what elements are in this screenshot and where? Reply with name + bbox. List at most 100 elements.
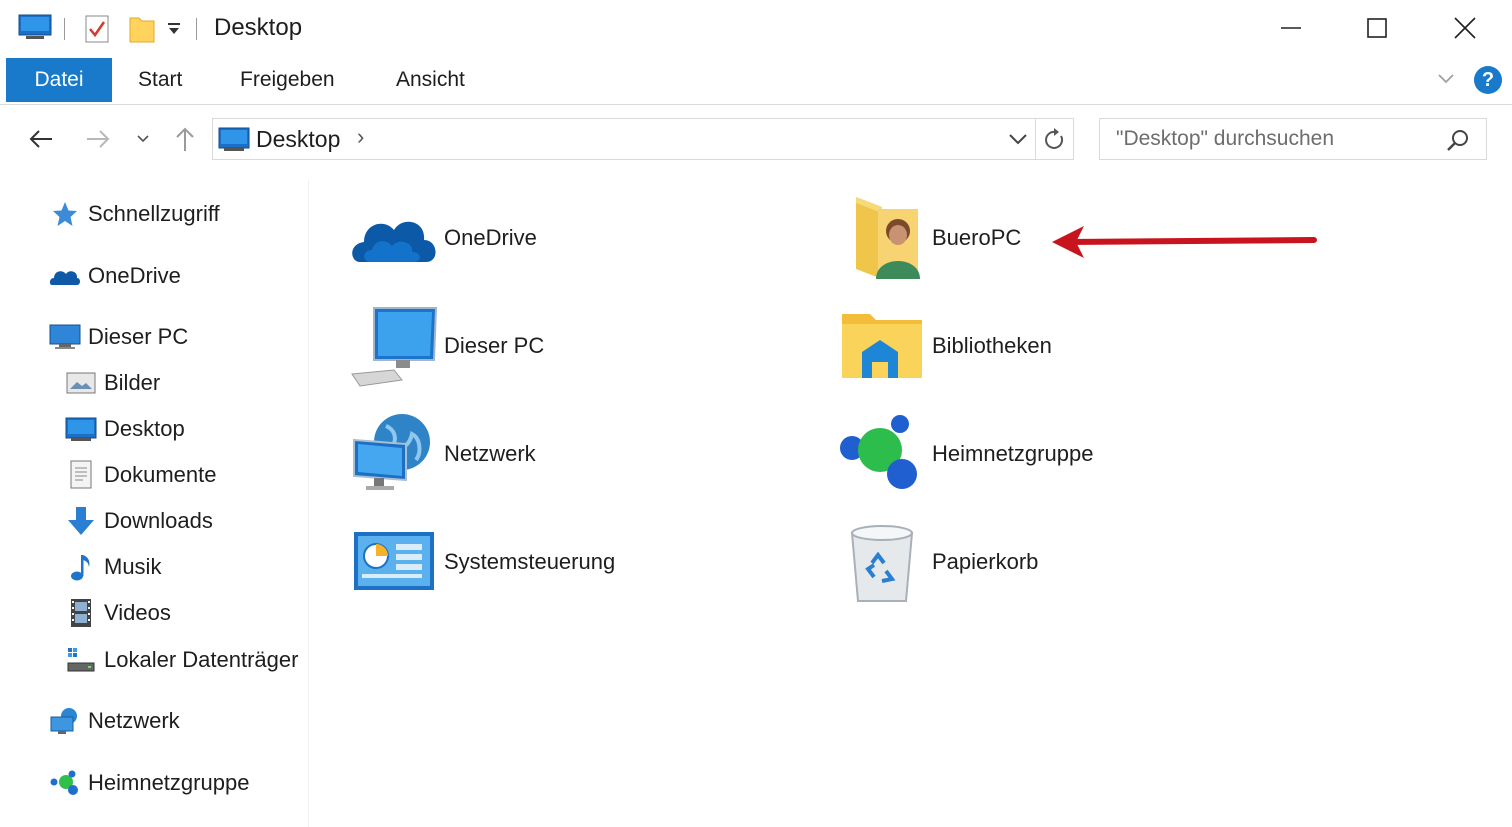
desktop-window-icon[interactable] [18, 14, 52, 40]
item-label: Bibliotheken [932, 333, 1052, 358]
star-icon [48, 197, 82, 231]
desktop-icon [218, 126, 250, 157]
homegroup-icon [48, 766, 82, 800]
search-placeholder: "Desktop" durchsuchen [1116, 127, 1335, 150]
recent-locations-button[interactable] [132, 120, 154, 158]
music-note-icon [64, 550, 98, 584]
sidebar-item-label: Bilder [104, 370, 161, 395]
item-label: Systemsteuerung [444, 549, 616, 574]
item-netzwerk[interactable]: Netzwerk [348, 406, 536, 502]
search-box[interactable]: "Desktop" durchsuchen [1099, 118, 1487, 160]
expand-ribbon-icon[interactable] [1436, 72, 1456, 91]
user-folder-icon [836, 192, 928, 284]
ribbon-tabs: Datei Start Freigeben Ansicht ? [0, 58, 1512, 105]
maximize-icon [1367, 18, 1387, 38]
sidebar-item-label: Schnellzugriff [88, 201, 220, 226]
item-onedrive[interactable]: OneDrive [348, 190, 537, 286]
pictures-icon [64, 366, 98, 400]
close-icon [1454, 17, 1476, 39]
tab-ansicht[interactable]: Ansicht [392, 58, 469, 102]
item-label: Heimnetzgruppe [932, 441, 1094, 466]
minimize-button[interactable] [1268, 8, 1314, 48]
up-arrow-icon [176, 127, 194, 151]
sidebar-item-desktop[interactable]: Desktop [64, 409, 185, 449]
help-icon[interactable]: ? [1474, 66, 1502, 94]
drive-icon [64, 643, 98, 677]
tab-datei[interactable]: Datei [6, 58, 112, 102]
sidebar-item-label: Dieser PC [88, 324, 189, 349]
separator [196, 18, 197, 40]
close-button[interactable] [1442, 8, 1488, 48]
computer-icon [348, 300, 440, 392]
item-label: BueroPC [932, 225, 1022, 250]
desktop-icon [64, 412, 98, 446]
sidebar-item-netzwerk[interactable]: Netzwerk [48, 701, 180, 741]
sidebar-item-label: Lokaler Datenträger [104, 647, 299, 672]
maximize-button[interactable] [1354, 8, 1400, 48]
item-bibliotheken[interactable]: Bibliotheken [836, 298, 1052, 394]
back-button[interactable] [24, 120, 58, 158]
refresh-icon[interactable] [1043, 128, 1067, 157]
download-arrow-icon [64, 504, 98, 538]
back-arrow-icon [29, 130, 52, 148]
sidebar-item-dieser-pc[interactable]: Dieser PC [48, 317, 188, 357]
item-heimnetzgruppe[interactable]: Heimnetzgruppe [836, 406, 1093, 502]
item-systemsteuerung[interactable]: Systemsteuerung [348, 514, 615, 610]
title-bar: Desktop [0, 0, 1512, 58]
address-dropdown-icon[interactable] [1007, 131, 1029, 152]
address-bar[interactable]: Desktop › [212, 118, 1074, 160]
sidebar-item-label: Dokumente [104, 462, 217, 487]
item-bueropc[interactable]: BueroPC [836, 190, 1021, 286]
separator [64, 18, 65, 40]
network-icon [48, 704, 82, 738]
item-label: Dieser PC [444, 333, 545, 358]
sidebar-item-videos[interactable]: Videos [64, 593, 171, 633]
network-globe-icon [348, 408, 440, 500]
recycle-bin-icon [836, 516, 928, 608]
documents-icon [64, 458, 98, 492]
navigation-pane: Schnellzugriff OneDrive Dieser PC Bilder… [0, 180, 309, 827]
item-dieser-pc[interactable]: Dieser PC [348, 298, 544, 394]
sidebar-item-schnellzugriff[interactable]: Schnellzugriff [48, 194, 220, 234]
annotation-arrow [1052, 226, 1317, 258]
onedrive-cloud-icon [348, 192, 440, 284]
sidebar-item-label: Musik [104, 554, 162, 579]
sidebar-item-lokaler-datentraeger[interactable]: Lokaler Datenträger [64, 640, 298, 680]
tab-start[interactable]: Start [134, 58, 186, 102]
sidebar-item-label: Desktop [104, 416, 185, 441]
item-label: Papierkorb [932, 549, 1039, 574]
sidebar-item-musik[interactable]: Musik [64, 547, 161, 587]
sidebar-item-label: Heimnetzgruppe [88, 770, 250, 795]
sidebar-item-dokumente[interactable]: Dokumente [64, 455, 217, 495]
libraries-icon [836, 300, 928, 392]
breadcrumb[interactable]: Desktop [256, 126, 340, 153]
forward-arrow-icon [87, 130, 110, 148]
chevron-down-icon [137, 135, 149, 143]
sidebar-item-label: Netzwerk [88, 708, 180, 733]
onedrive-icon [48, 259, 82, 293]
new-folder-icon[interactable] [128, 14, 156, 44]
sidebar-item-bilder[interactable]: Bilder [64, 363, 160, 403]
forward-button[interactable] [82, 120, 114, 158]
window-title: Desktop [214, 14, 303, 41]
control-panel-icon [348, 516, 440, 608]
customize-toolbar-icon[interactable] [166, 20, 182, 38]
divider [1035, 119, 1036, 159]
sidebar-item-label: OneDrive [88, 263, 181, 288]
properties-icon[interactable] [84, 14, 110, 44]
sidebar-item-heimnetzgruppe[interactable]: Heimnetzgruppe [48, 763, 249, 803]
up-button[interactable] [170, 120, 200, 158]
homegroup-icon [836, 408, 928, 500]
tab-freigeben[interactable]: Freigeben [236, 58, 339, 102]
sidebar-item-downloads[interactable]: Downloads [64, 501, 213, 541]
item-papierkorb[interactable]: Papierkorb [836, 514, 1038, 610]
item-label: OneDrive [444, 225, 537, 250]
item-label: Netzwerk [444, 441, 536, 466]
search-icon[interactable] [1446, 128, 1470, 157]
breadcrumb-chevron-icon[interactable]: › [357, 124, 364, 150]
sidebar-item-label: Videos [104, 600, 171, 625]
sidebar-item-label: Downloads [104, 508, 213, 533]
minimize-icon [1281, 27, 1301, 29]
film-icon [64, 596, 98, 630]
sidebar-item-onedrive[interactable]: OneDrive [48, 256, 181, 296]
